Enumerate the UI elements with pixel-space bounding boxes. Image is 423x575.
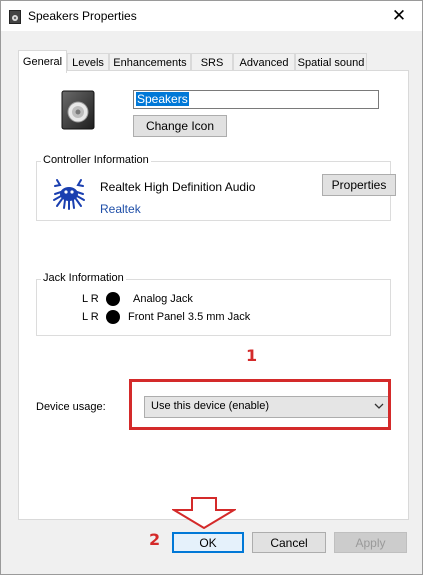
close-icon: ✕ [391,6,407,25]
controller-name: Realtek High Definition Audio [100,180,256,194]
apply-button[interactable]: Apply [334,532,407,553]
tab-general[interactable]: General [18,50,67,73]
jack-color-dot [106,292,120,306]
speaker-icon [9,10,21,24]
window-title: Speakers Properties [28,9,137,23]
jack-row: L R Analog Jack [82,291,193,307]
annotation-highlight-box [129,379,391,430]
jack-information-group: Jack Information L R Analog Jack L R Fro… [36,272,391,336]
close-button[interactable]: ✕ [387,5,411,27]
ok-button[interactable]: OK [172,532,244,553]
jack-color-dot [106,310,120,324]
device-name-input[interactable]: Speakers [133,90,379,109]
arrow-down-icon [172,497,236,529]
properties-button[interactable]: Properties [322,174,396,196]
jack-row: L R Front Panel 3.5 mm Jack [82,309,250,325]
change-icon-button[interactable]: Change Icon [133,115,227,137]
realtek-crab-icon [53,179,85,210]
device-name-value: Speakers [136,92,189,106]
controller-group-label: Controller Information [41,154,151,166]
jack-lr-label: L R [82,293,99,305]
general-panel: Speakers Change Icon Controller Informat… [18,70,409,520]
jack-lr-label: L R [82,311,99,323]
annotation-step-1: 1 [246,346,258,365]
controller-information-group: Controller Information Realtek High Defi… [36,154,396,221]
speakers-properties-window: Speakers Properties ✕ General Levels Enh… [0,0,423,575]
jack-name: Analog Jack [133,293,193,305]
controller-vendor: Realtek [100,202,141,216]
speaker-icon [61,90,95,130]
jack-group-label: Jack Information [41,272,126,284]
jack-name: Front Panel 3.5 mm Jack [128,311,251,323]
device-usage-label: Device usage: [36,401,106,413]
title-bar[interactable]: Speakers Properties ✕ [1,1,422,31]
cancel-button[interactable]: Cancel [252,532,326,553]
annotation-step-2: 2 [149,530,161,549]
